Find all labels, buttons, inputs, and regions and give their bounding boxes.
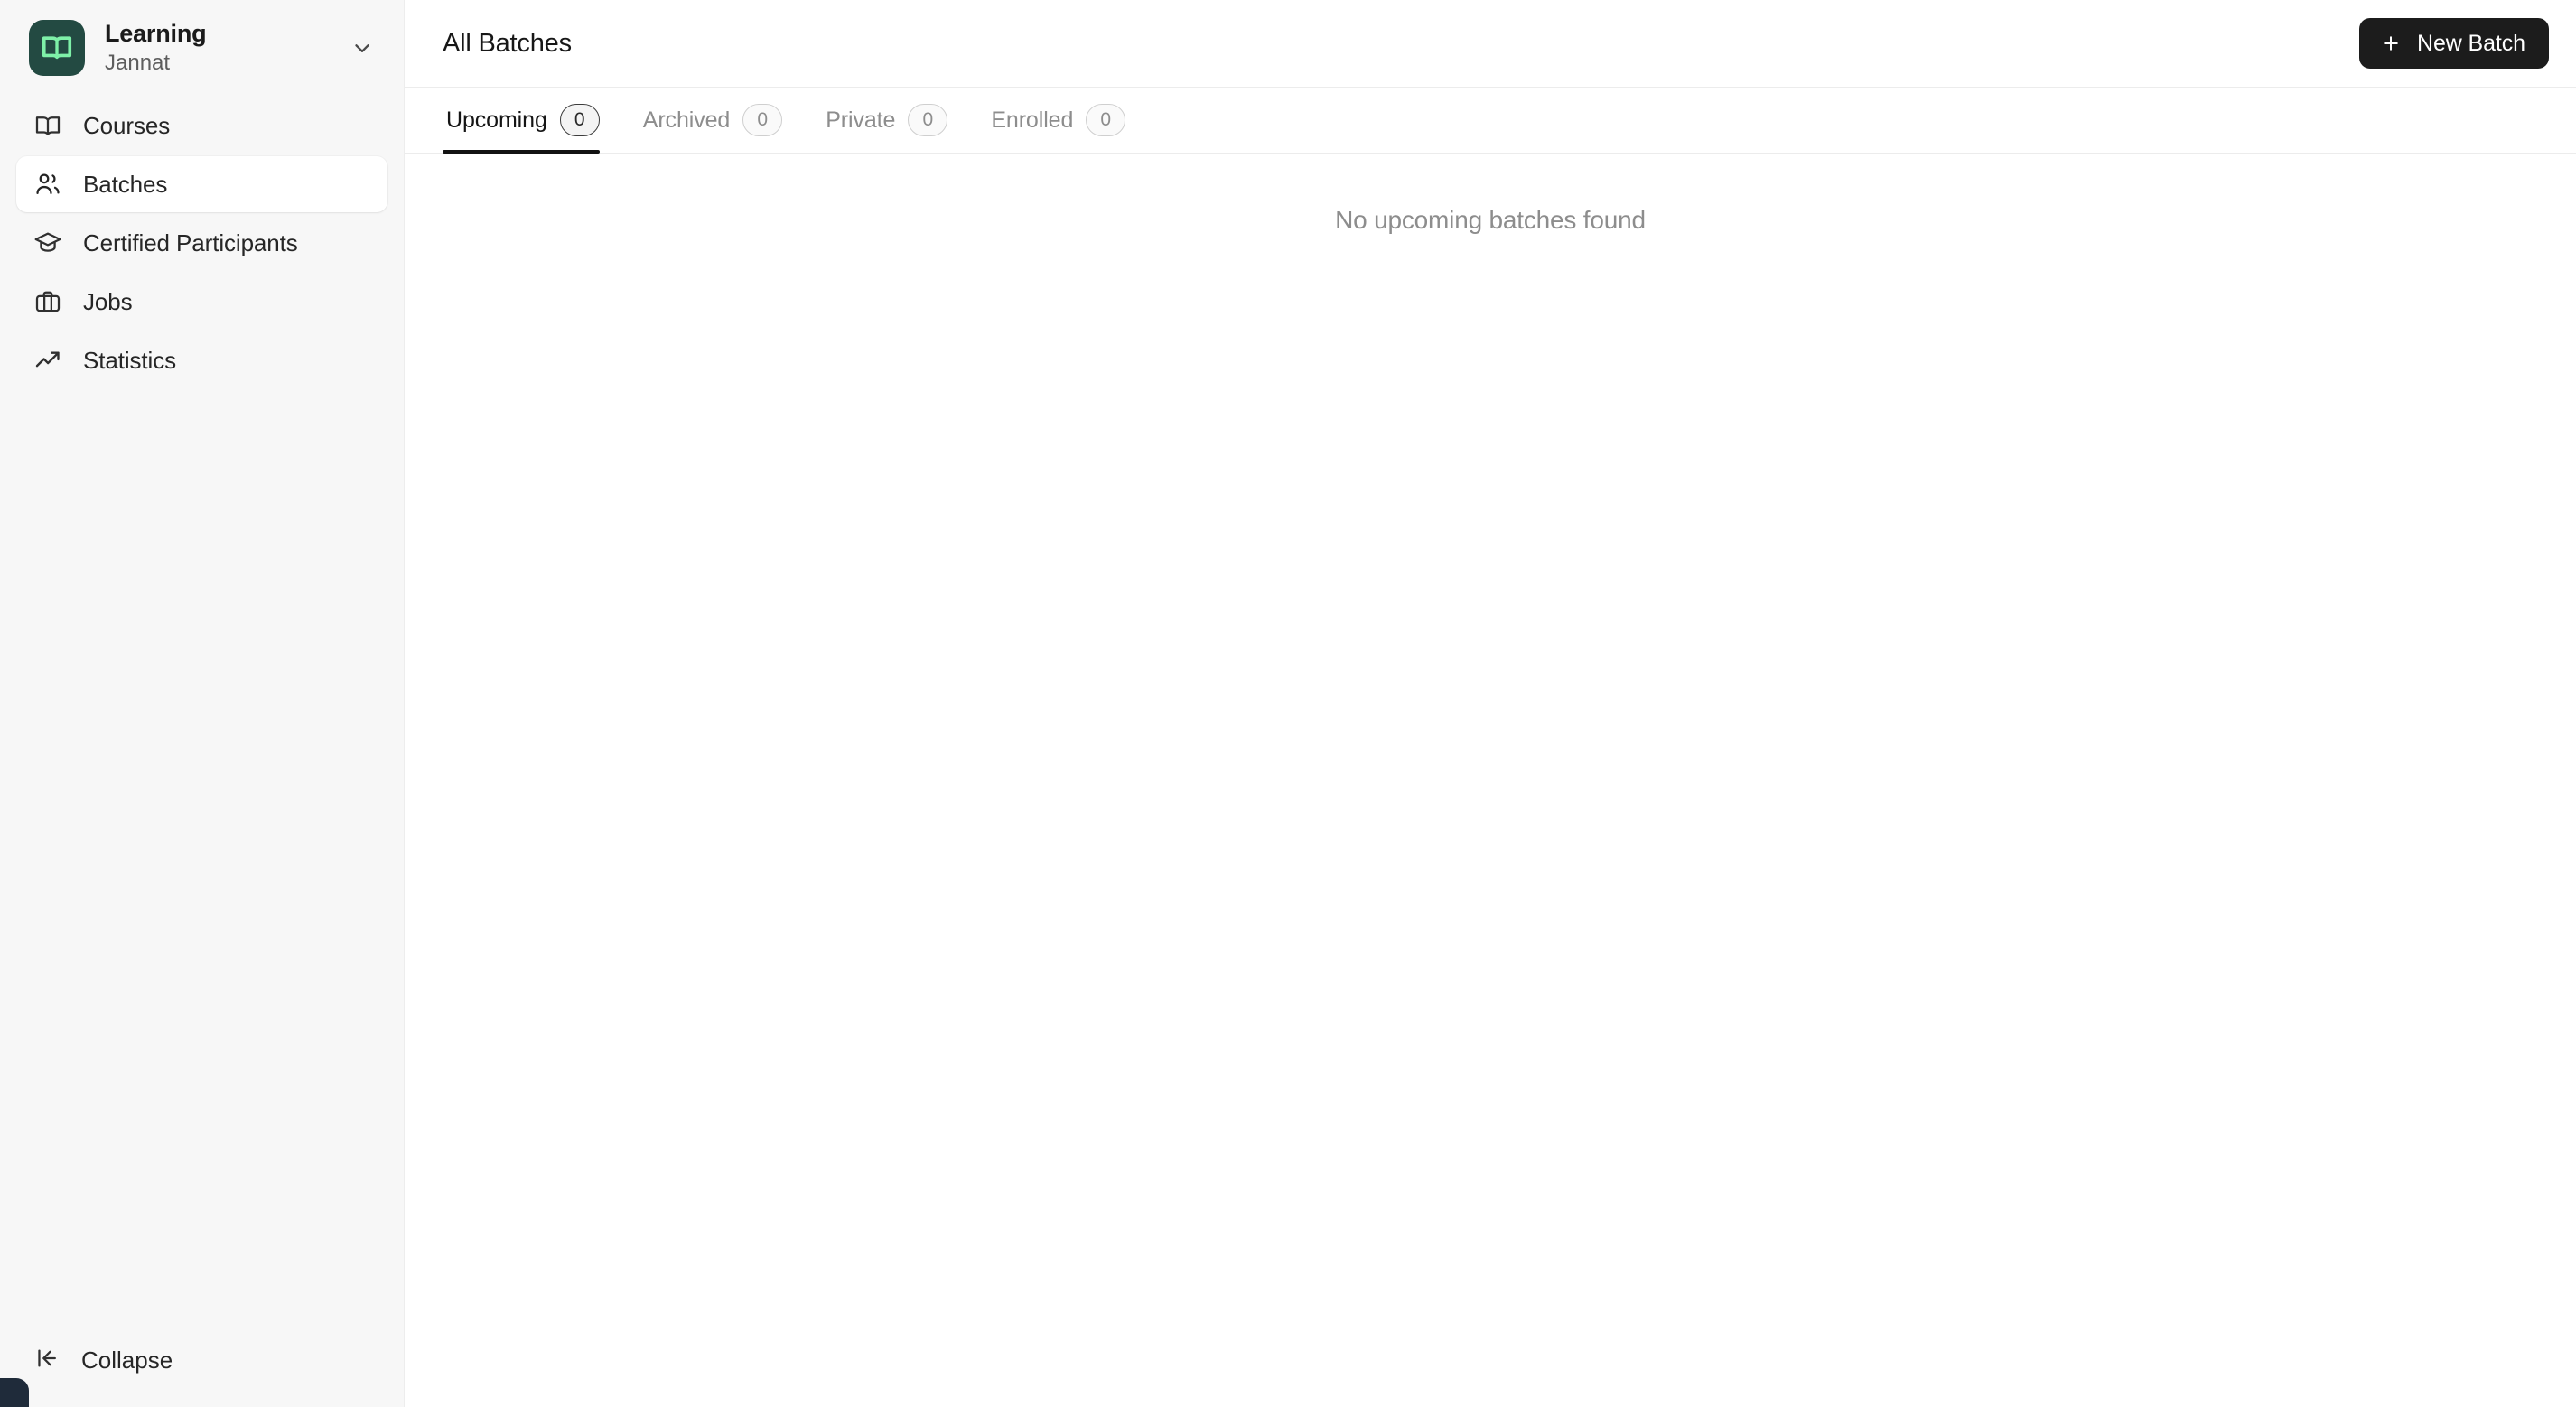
chevron-down-icon[interactable] [344, 36, 380, 60]
sidebar-item-label: Certified Participants [83, 229, 298, 257]
open-book-icon [29, 20, 85, 77]
tab-archived[interactable]: Archived 0 [639, 88, 802, 153]
tab-count-badge: 0 [908, 104, 948, 136]
arrow-left-to-line-icon [33, 1344, 61, 1377]
collapse-label: Collapse [81, 1346, 173, 1374]
sidebar: Learning Jannat Courses Batches Certifie… [0, 0, 405, 1407]
sidebar-item-label: Courses [83, 112, 171, 140]
sidebar-item-certified-participants[interactable]: Certified Participants [16, 215, 387, 271]
workspace-subtitle: Jannat [105, 50, 171, 75]
sidebar-item-batches[interactable]: Batches [16, 156, 387, 213]
page-header: All Batches New Batch [405, 0, 2576, 88]
briefcase-icon [33, 286, 63, 317]
tab-label: Private [826, 107, 896, 133]
tab-upcoming[interactable]: Upcoming 0 [443, 88, 620, 154]
sidebar-item-jobs[interactable]: Jobs [16, 274, 387, 330]
workspace-text: Learning Jannat [105, 20, 324, 76]
sidebar-item-label: Statistics [83, 347, 177, 375]
window-corner-decoration [0, 1378, 29, 1407]
tab-count-badge: 0 [742, 104, 783, 136]
plus-icon [2379, 32, 2403, 55]
new-batch-label: New Batch [2417, 30, 2525, 56]
new-batch-button[interactable]: New Batch [2359, 18, 2549, 69]
sidebar-item-courses[interactable]: Courses [16, 98, 387, 154]
tab-count-badge: 0 [1086, 104, 1126, 136]
tab-label: Archived [642, 107, 731, 133]
empty-state-message: No upcoming batches found [1335, 206, 1646, 234]
sidebar-item-statistics[interactable]: Statistics [16, 332, 387, 388]
batch-list-area: No upcoming batches found [405, 154, 2576, 1407]
workspace-switcher[interactable]: Learning Jannat [0, 0, 404, 92]
page-title: All Batches [443, 28, 572, 58]
tab-private[interactable]: Private 0 [822, 88, 967, 153]
book-icon [33, 110, 63, 141]
tab-label: Upcoming [446, 107, 547, 133]
tab-label: Enrolled [991, 107, 1074, 133]
users-icon [33, 169, 63, 200]
main-content: All Batches New Batch Upcoming 0 Archive… [405, 0, 2576, 1407]
batch-tabs: Upcoming 0 Archived 0 Private 0 Enrolled… [405, 88, 2576, 154]
sidebar-nav: Courses Batches Certified Participants J… [0, 92, 404, 388]
workspace-title: Learning [105, 20, 207, 47]
tab-count-badge: 0 [559, 104, 600, 136]
trending-up-icon [33, 345, 63, 376]
app-root: Learning Jannat Courses Batches Certifie… [0, 0, 2576, 1407]
sidebar-item-label: Batches [83, 171, 168, 199]
sidebar-footer: Collapse [0, 1333, 404, 1407]
sidebar-item-label: Jobs [83, 288, 133, 316]
tab-enrolled[interactable]: Enrolled 0 [987, 88, 1145, 153]
collapse-sidebar-button[interactable]: Collapse [16, 1333, 387, 1387]
graduation-cap-icon [33, 228, 63, 258]
